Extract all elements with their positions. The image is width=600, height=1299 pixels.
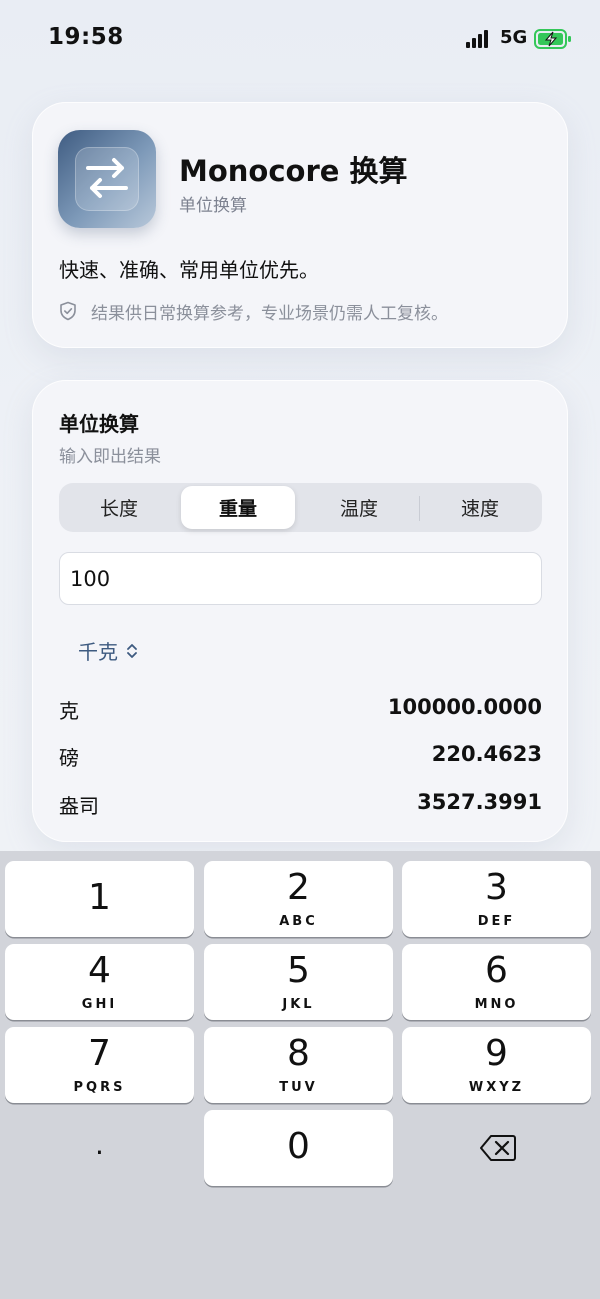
key-8[interactable]: 8 TUV [204, 1027, 393, 1103]
key-7[interactable]: 7 PQRS [5, 1027, 194, 1103]
result-unit: 盎司 [59, 794, 99, 818]
network-type: 5G [500, 27, 528, 48]
key-9[interactable]: 9 WXYZ [402, 1027, 591, 1103]
result-row: 盎司 3527.3991 [59, 790, 542, 820]
result-row: 克 100000.0000 [59, 695, 542, 725]
source-unit-label: 千克 [78, 640, 118, 664]
key-5[interactable]: 5 JKL [204, 944, 393, 1020]
segment-divider [419, 496, 420, 521]
tab-speed[interactable]: 速度 [423, 486, 537, 529]
result-unit: 磅 [59, 746, 79, 770]
value-input[interactable] [59, 552, 542, 605]
result-value: 100000.0000 [387, 695, 542, 719]
app-name: Monocore 换算 [179, 154, 408, 188]
key-delete[interactable] [402, 1110, 591, 1186]
result-value: 220.4623 [431, 742, 542, 766]
converter-title: 单位换算 [59, 412, 139, 436]
swap-arrows-icon [86, 158, 128, 198]
status-bar: 19:58 5G [0, 0, 600, 78]
tab-temperature[interactable]: 温度 [302, 486, 416, 529]
battery-charging-icon [534, 29, 571, 49]
tagline: 快速、准确、常用单位优先。 [59, 258, 319, 282]
cellular-signal-icon [466, 30, 492, 48]
app-header-card: Monocore 换算 单位换算 快速、准确、常用单位优先。 结果供日常换算参考… [32, 102, 568, 348]
key-decimal[interactable]: . [5, 1110, 194, 1186]
status-time: 19:58 [48, 24, 124, 50]
result-value: 3527.3991 [417, 790, 542, 814]
key-6[interactable]: 6 MNO [402, 944, 591, 1020]
result-unit: 克 [59, 699, 79, 723]
key-4[interactable]: 4 GHI [5, 944, 194, 1020]
key-3[interactable]: 3 DEF [402, 861, 591, 937]
category-segmented-control: 长度 重量 温度 速度 [59, 483, 542, 532]
key-1[interactable]: 1 [5, 861, 194, 937]
chevron-up-down-icon [127, 643, 137, 658]
app-icon [58, 130, 156, 228]
tab-length[interactable]: 长度 [62, 486, 176, 529]
source-unit-picker[interactable]: 千克 [78, 636, 138, 665]
converter-subtitle: 输入即出结果 [59, 447, 161, 467]
disclaimer-text: 结果供日常换算参考，专业场景仍需人工复核。 [91, 304, 448, 324]
shield-check-icon [60, 301, 76, 321]
key-0[interactable]: 0 [204, 1110, 393, 1186]
app-subtitle: 单位换算 [179, 196, 247, 216]
tab-weight[interactable]: 重量 [181, 486, 295, 529]
backspace-icon [480, 1135, 516, 1161]
result-row: 磅 220.4623 [59, 742, 542, 772]
key-2[interactable]: 2 ABC [204, 861, 393, 937]
numeric-keypad: 1 2 ABC 3 DEF 4 GHI 5 JKL 6 MNO 7 PQRS 8… [0, 851, 600, 1299]
converter-card: 单位换算 输入即出结果 长度 重量 温度 速度 千克 克 100000.0000… [32, 380, 568, 842]
